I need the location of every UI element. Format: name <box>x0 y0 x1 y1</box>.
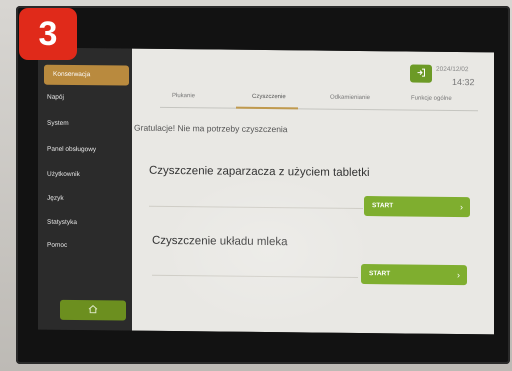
sidebar-item-jezyk[interactable]: Język <box>38 189 132 210</box>
sidebar: Konserwacja Napój System Panel obsługowy… <box>38 47 132 331</box>
exit-button[interactable] <box>410 64 432 83</box>
tab-czyszczenie[interactable]: Czyszczenie <box>252 94 286 100</box>
device-screen: Konserwacja Napój System Panel obsługowy… <box>38 47 494 335</box>
start-button-brewer[interactable]: START › <box>364 196 470 218</box>
home-icon <box>88 301 98 319</box>
sidebar-item-konserwacja[interactable]: Konserwacja <box>44 64 129 86</box>
sidebar-item-uzytkownik[interactable]: Użytkownik <box>38 165 132 186</box>
time-display: 14:32 <box>452 76 475 88</box>
exit-icon <box>416 65 426 83</box>
start-button-milk[interactable]: START › <box>361 263 467 286</box>
tab-funkcje-ogolne[interactable]: Funkcje ogólne <box>411 96 452 102</box>
tab-odkamienianie[interactable]: Odkamienianie <box>330 95 370 101</box>
tab-plukanie[interactable]: Płukanie <box>172 93 195 99</box>
status-message: Gratulacje! Nie ma potrzeby czyszczenia <box>134 122 288 135</box>
sidebar-item-panel-obslugowy[interactable]: Panel obsługowy <box>38 140 132 161</box>
sidebar-item-system[interactable]: System <box>38 114 132 135</box>
start-button-label: START <box>369 270 391 278</box>
sidebar-item-napoj[interactable]: Napój <box>38 88 132 109</box>
chevron-right-icon: › <box>460 202 463 213</box>
home-button[interactable] <box>60 299 126 321</box>
date-display: 2024/12/02 <box>436 65 469 74</box>
sidebar-item-pomoc[interactable]: Pomoc <box>38 236 132 257</box>
section-title-brewer: Czyszczenie zaparzacza z użyciem tabletk… <box>149 164 370 180</box>
chevron-right-icon: › <box>457 270 460 281</box>
step-badge: 3 <box>19 8 77 60</box>
main-panel: 2024/12/02 14:32 Płukanie Czyszczenie Od… <box>132 48 494 335</box>
section-divider-milk <box>152 274 358 278</box>
sidebar-item-statystyka[interactable]: Statystyka <box>38 213 132 234</box>
section-title-milk: Czyszczenie układu mleka <box>152 234 288 249</box>
section-divider-brewer <box>149 205 363 210</box>
start-button-label: START <box>372 202 394 210</box>
